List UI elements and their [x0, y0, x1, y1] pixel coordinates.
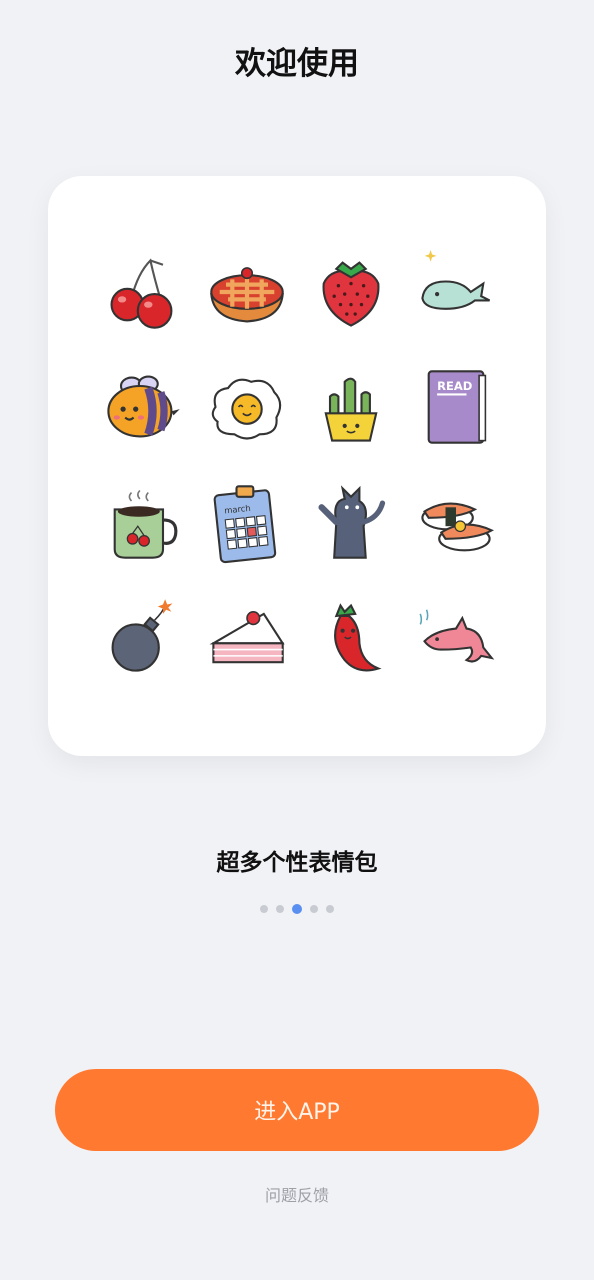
sticker-book: READ: [404, 349, 509, 464]
sticker-chili-pepper: [299, 579, 404, 694]
sticker-pie: [195, 234, 300, 349]
chili-pepper-icon: [334, 602, 382, 671]
cat-icon: [318, 484, 386, 559]
sticker-cat: [299, 464, 404, 579]
strawberry-icon: [322, 260, 380, 327]
sticker-cherries: [90, 234, 195, 349]
sticker-calendar: march: [195, 464, 300, 579]
enter-app-button[interactable]: 进入APP: [55, 1069, 539, 1151]
page-indicator: [0, 904, 594, 914]
sticker-bee: [90, 349, 195, 464]
sticker-bomb: [90, 579, 195, 694]
bomb-icon: [111, 598, 173, 672]
book-cover-text: READ: [437, 379, 472, 393]
sticker-fried-egg: [195, 349, 300, 464]
feature-caption: 超多个性表情包: [216, 850, 378, 876]
page-dot[interactable]: [326, 905, 334, 913]
sticker-grid: READ march: [90, 234, 508, 694]
page-title: 欢迎使用: [235, 46, 359, 82]
dolphin-icon: [419, 608, 495, 663]
whale-icon: [421, 249, 490, 310]
fried-egg-icon: [211, 378, 281, 440]
cake-slice-icon: [209, 610, 285, 663]
calendar-icon: march: [213, 484, 276, 563]
cherries-icon: [110, 257, 173, 329]
pie-icon: [209, 266, 284, 322]
page-dot[interactable]: [310, 905, 318, 913]
sticker-preview-card: READ march: [48, 176, 546, 756]
page-dot[interactable]: [260, 905, 268, 913]
sticker-whale: [404, 234, 509, 349]
sticker-cake-slice: [195, 579, 300, 694]
sticker-strawberry: [299, 234, 404, 349]
sticker-coffee-mug: [90, 464, 195, 579]
feedback-link[interactable]: 问题反馈: [0, 1182, 594, 1206]
page-dot[interactable]: [276, 905, 284, 913]
sticker-cactus-pot: [299, 349, 404, 464]
page-dot-active[interactable]: [292, 904, 302, 914]
sushi-icon: [421, 502, 494, 551]
cactus-pot-icon: [324, 377, 378, 442]
sticker-dolphin: [404, 579, 509, 694]
book-icon: READ: [427, 369, 486, 444]
bee-icon: [107, 375, 181, 437]
sticker-sushi: [404, 464, 509, 579]
coffee-mug-icon: [113, 489, 178, 559]
